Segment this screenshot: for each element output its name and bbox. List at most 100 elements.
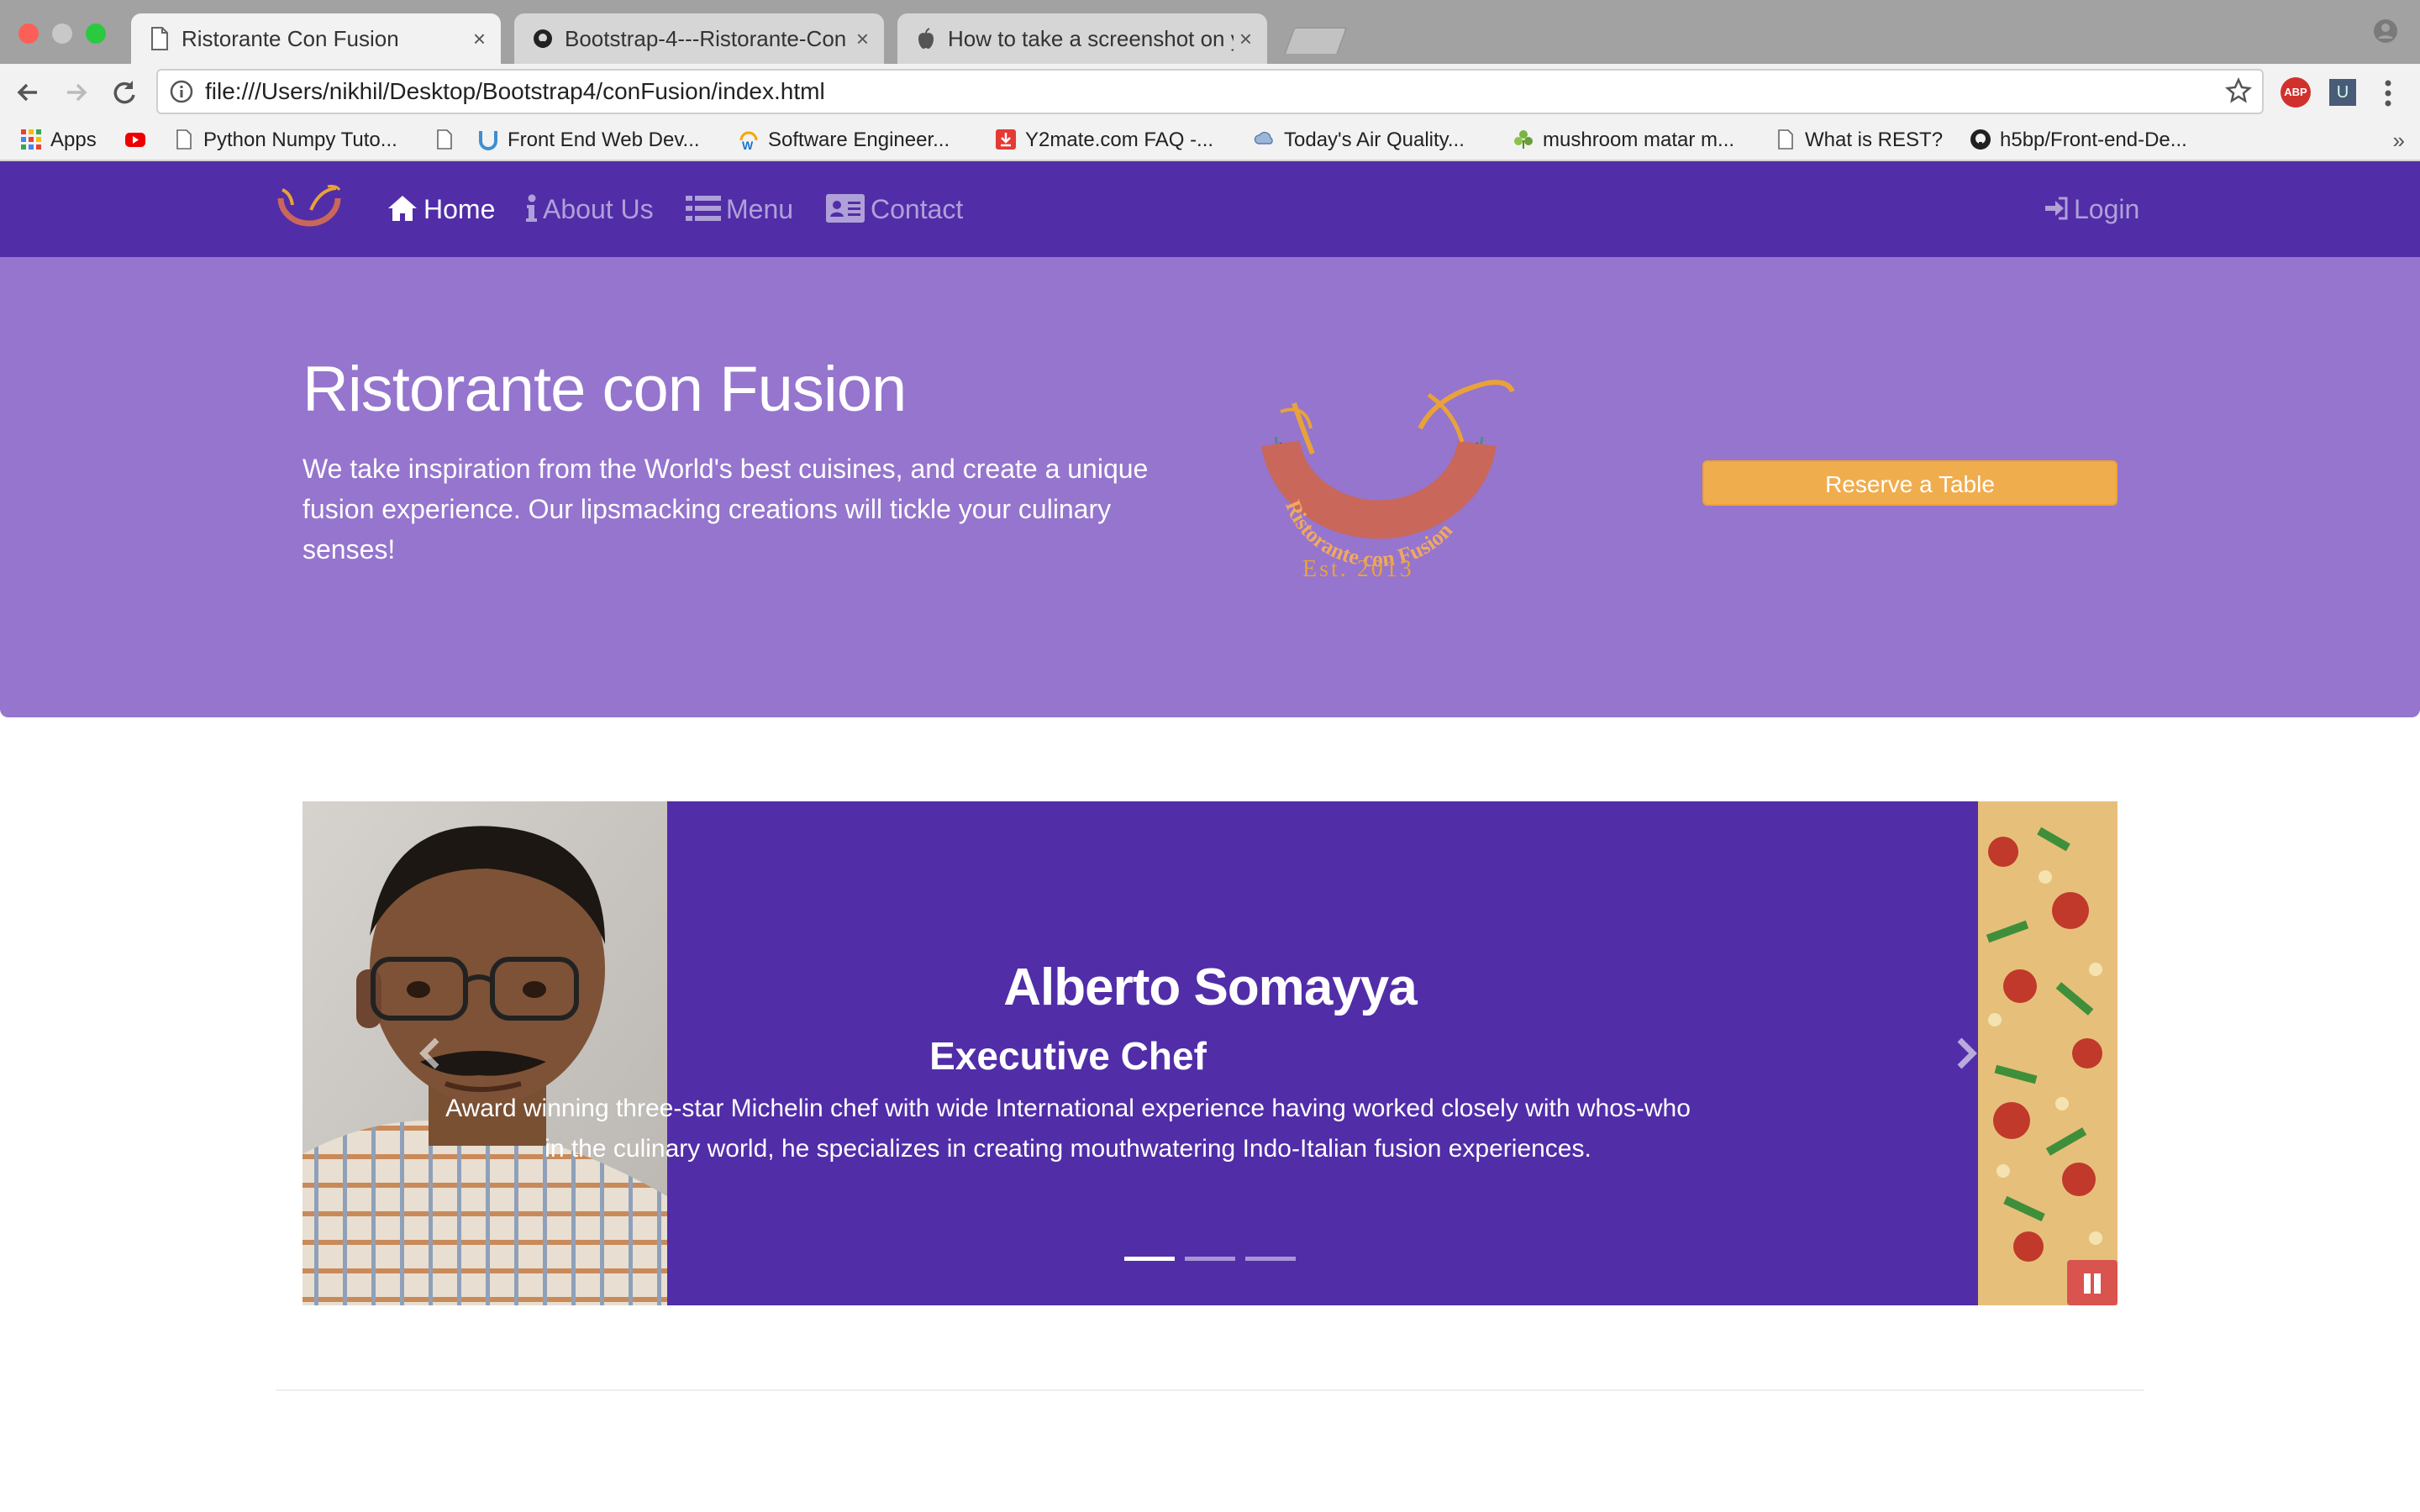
jumbotron-text: We take inspiration from the World's bes… [302, 454, 1149, 564]
site-navbar: Home About Us Menu Contact Login [0, 161, 2420, 257]
pause-icon-bar-right [2094, 1273, 2101, 1294]
nav-label: About Us [543, 194, 654, 224]
youtube-icon [125, 132, 145, 147]
tab-close-icon[interactable]: × [856, 13, 869, 64]
browser-menu-icon[interactable] [2383, 79, 2393, 108]
carousel-title: Alberto Somayya [1003, 958, 1418, 1016]
browser-tab-strip: Ristorante Con Fusion × Bootstrap-4---Ri… [0, 0, 2420, 64]
bookmark-label: h5bp/Front-end-De... [2000, 129, 2187, 151]
pause-icon-bar-left [2084, 1273, 2091, 1294]
github-icon [1970, 129, 1991, 150]
nav-label: Contact [871, 194, 964, 224]
bookmark-label: Python Numpy Tuto... [203, 129, 397, 151]
nav-label: Menu [726, 194, 794, 224]
tab-close-icon[interactable]: × [473, 13, 486, 64]
new-tab-button[interactable] [1284, 27, 1348, 54]
tab-title: Bootstrap-4---Ristorante-Con [565, 26, 847, 51]
maximize-window-button[interactable] [86, 24, 106, 44]
page-icon [176, 129, 192, 150]
svg-text:W: W [742, 139, 754, 150]
carousel-text: Award winning three-star Michelin chef w… [445, 1095, 1691, 1163]
jumbotron: Ristorante con Fusion We take inspiratio… [0, 257, 2420, 717]
bookmark-python-numpy[interactable]: Python Numpy Tuto... [173, 121, 397, 160]
page-icon [151, 27, 168, 50]
food-photo [1978, 801, 2118, 1305]
bookmark-label: Front End Web Dev... [508, 129, 700, 151]
browser-toolbar: file:///Users/nikhil/Desktop/Bootstrap4/… [0, 64, 2420, 121]
extension-u-icon[interactable]: U [2329, 79, 2356, 106]
apple-icon [918, 28, 934, 49]
bookmarks-overflow-button[interactable]: » [2393, 121, 2405, 160]
browser-tab-3[interactable]: How to take a screenshot on y × [897, 13, 1267, 64]
bookmark-star-icon[interactable] [2225, 77, 2252, 104]
info-icon[interactable] [170, 80, 193, 103]
bookmark-youtube[interactable] [124, 121, 155, 160]
nav-home[interactable]: Home [387, 161, 495, 257]
adblock-extension-icon[interactable]: ABP [2281, 77, 2311, 108]
bookmark-what-is-rest[interactable]: What is REST? [1775, 121, 1943, 160]
jumbotron-title: Ristorante con Fusion [302, 354, 907, 425]
restaurant-logo: Ristorante con Fusion Est. 2013 [1261, 380, 1515, 582]
carousel-pause-button[interactable] [2067, 1260, 2118, 1305]
nav-contact[interactable]: Contact [825, 161, 963, 257]
carousel-prev-icon[interactable] [413, 1028, 447, 1079]
brand-logo[interactable] [274, 181, 345, 235]
address-bar[interactable]: file:///Users/nikhil/Desktop/Bootstrap4/… [156, 69, 2264, 114]
login-button[interactable]: Login [2044, 161, 2139, 257]
browser-tab-1[interactable]: Ristorante Con Fusion × [131, 13, 501, 64]
reload-icon[interactable] [108, 76, 141, 109]
profile-icon[interactable] [2373, 18, 2398, 44]
bookmark-label: Software Engineer... [768, 129, 950, 151]
info-icon [526, 194, 537, 222]
bookmarks-bar: Apps Python Numpy Tuto... Front End Web … [0, 121, 2420, 161]
bookmark-label: Apps [50, 129, 97, 151]
bookmark-y2mate[interactable]: Y2mate.com FAQ -... [995, 121, 1213, 160]
browser-tab-2[interactable]: Bootstrap-4---Ristorante-Con × [514, 13, 884, 64]
close-window-button[interactable] [18, 24, 39, 44]
github-icon [534, 29, 552, 48]
bookmark-h5bp[interactable]: h5bp/Front-end-De... [1970, 121, 2187, 160]
page-icon [1778, 129, 1793, 150]
bookmark-label: mushroom matar m... [1543, 129, 1735, 151]
address-card-icon [826, 193, 865, 223]
bookmark-mushroom-matar[interactable]: mushroom matar m... [1512, 121, 1734, 160]
leaf-icon [1514, 129, 1533, 149]
nav-about-us[interactable]: About Us [524, 161, 654, 257]
cloud-icon [1254, 131, 1273, 144]
w-icon: W [739, 131, 758, 150]
tab-close-icon[interactable]: × [1239, 13, 1252, 64]
carousel-indicator-3[interactable] [1245, 1257, 1296, 1261]
carousel-indicator-1[interactable] [1124, 1257, 1175, 1261]
logo-est-text: Est. 2013 [1302, 556, 1414, 582]
carousel-subtitle: Executive Chef [929, 1034, 1207, 1078]
coursera-icon [479, 130, 497, 150]
sign-in-icon [2045, 197, 2068, 220]
forward-icon[interactable] [59, 76, 92, 109]
carousel: Alberto Somayya Executive Chef Award win… [302, 801, 2118, 1305]
list-icon [686, 195, 721, 221]
bookmark-label: What is REST? [1805, 129, 1944, 151]
back-icon[interactable] [12, 76, 45, 109]
bookmark-air-quality[interactable]: Today's Air Quality... [1254, 121, 1465, 160]
carousel-indicator-2[interactable] [1185, 1257, 1235, 1261]
bookmark-apps[interactable]: Apps [20, 121, 97, 160]
minimize-window-button[interactable] [52, 24, 72, 44]
bookmark-page[interactable] [434, 121, 464, 160]
carousel-next-icon[interactable] [1949, 1028, 1983, 1079]
home-icon [388, 195, 417, 221]
tab-title: How to take a screenshot on y [948, 26, 1234, 51]
tab-title: Ristorante Con Fusion [182, 26, 399, 51]
nav-menu[interactable]: Menu [686, 161, 793, 257]
login-label: Login [2074, 194, 2140, 224]
bookmark-front-end-web-dev[interactable]: Front End Web Dev... [477, 121, 700, 160]
page-icon [437, 129, 452, 150]
apps-grid-icon [21, 129, 41, 150]
bookmark-label: Today's Air Quality... [1284, 129, 1465, 151]
bookmark-software-engineer[interactable]: W Software Engineer... [738, 121, 950, 160]
reserve-table-button[interactable]: Reserve a Table [1702, 460, 2118, 506]
bookmark-label: Y2mate.com FAQ -... [1025, 129, 1214, 151]
section-divider [276, 1389, 2144, 1391]
download-icon [996, 129, 1016, 150]
nav-label: Home [424, 194, 496, 224]
url-text: file:///Users/nikhil/Desktop/Bootstrap4/… [205, 78, 825, 104]
